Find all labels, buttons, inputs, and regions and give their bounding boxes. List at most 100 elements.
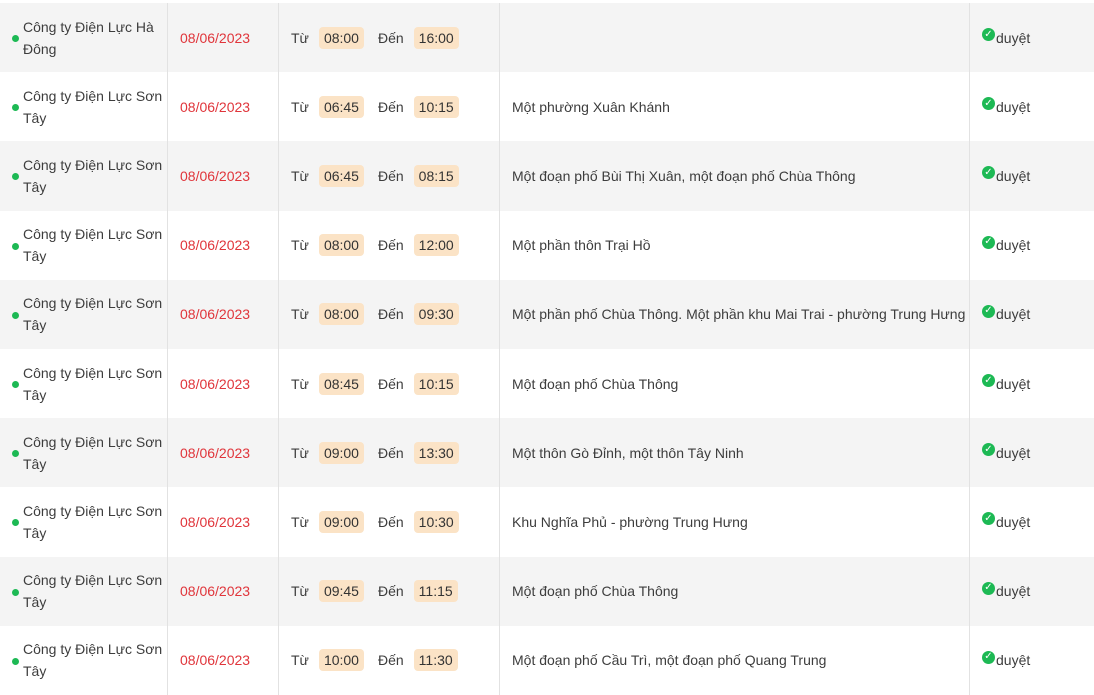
status-dot-icon bbox=[12, 242, 19, 250]
status-dot-icon bbox=[12, 381, 19, 389]
end-time-badge: 12:00 bbox=[413, 234, 459, 257]
to-label: Đến bbox=[377, 98, 404, 115]
outage-date: 08/06/2023 bbox=[180, 306, 251, 323]
unit-name: Công ty Điện Lực Sơn Tây bbox=[23, 433, 163, 472]
table-row: Công ty Điện Lực Sơn Tây 08/06/2023 Từ 0… bbox=[0, 141, 1094, 211]
outage-date: 08/06/2023 bbox=[180, 167, 251, 184]
approval-status: duyệt bbox=[996, 444, 1031, 461]
check-circle-icon: ✓ bbox=[982, 304, 995, 318]
status-cell: ✓ duyệt bbox=[970, 72, 1094, 141]
unit-name: Công ty Điện Lực Sơn Tây bbox=[23, 226, 163, 265]
time-cell: Từ 08:45 Đến 10:15 bbox=[279, 348, 500, 419]
table-row: Công ty Điện Lực Hà Đông 08/06/2023 Từ 0… bbox=[0, 3, 1094, 73]
status-dot-icon bbox=[12, 173, 19, 181]
affected-area: Một phường Xuân Khánh bbox=[512, 98, 670, 115]
check-circle-icon: ✓ bbox=[982, 166, 995, 180]
affected-area: Một đoạn phố Chùa Thông bbox=[512, 375, 679, 392]
unit-name: Công ty Điện Lực Sơn Tây bbox=[23, 295, 163, 334]
to-label: Đến bbox=[377, 444, 404, 461]
status-cell: ✓ duyệt bbox=[970, 626, 1094, 695]
outage-date: 08/06/2023 bbox=[180, 375, 251, 392]
outage-date: 08/06/2023 bbox=[180, 29, 251, 46]
start-time-badge: 10:00 bbox=[318, 649, 364, 672]
approval-status: duyệt bbox=[996, 652, 1031, 669]
table-row: Công ty Điện Lực Sơn Tây 08/06/2023 Từ 0… bbox=[0, 487, 1094, 557]
status-dot-icon bbox=[12, 657, 19, 665]
status-cell: ✓ duyệt bbox=[970, 418, 1094, 487]
end-time-badge: 10:30 bbox=[413, 510, 459, 533]
status-cell: ✓ duyệt bbox=[970, 280, 1094, 349]
table-row: Công ty Điện Lực Sơn Tây 08/06/2023 Từ 0… bbox=[0, 348, 1094, 419]
affected-area: Một đoạn phố Chùa Thông bbox=[512, 583, 679, 600]
table-row: Công ty Điện Lực Sơn Tây 08/06/2023 Từ 0… bbox=[0, 556, 1094, 626]
to-label: Đến bbox=[377, 583, 404, 600]
approval-status: duyệt bbox=[996, 237, 1031, 254]
end-time-badge: 16:00 bbox=[413, 26, 459, 49]
start-time-badge: 08:00 bbox=[318, 234, 364, 257]
time-cell: Từ 08:00 Đến 16:00 bbox=[279, 3, 500, 73]
date-cell: 08/06/2023 bbox=[168, 72, 279, 142]
check-circle-icon: ✓ bbox=[982, 97, 995, 111]
end-time-badge: 09:30 bbox=[413, 303, 459, 326]
time-cell: Từ 09:00 Đến 10:30 bbox=[279, 487, 500, 557]
affected-area: Một đoạn phố Bùi Thị Xuân, một đoạn phố … bbox=[512, 167, 856, 184]
time-cell: Từ 06:45 Đến 08:15 bbox=[279, 141, 500, 211]
status-dot-icon bbox=[12, 450, 19, 458]
to-label: Đến bbox=[377, 237, 404, 254]
unit-cell: Công ty Điện Lực Sơn Tây bbox=[0, 625, 168, 695]
approval-status: duyệt bbox=[996, 375, 1031, 392]
area-cell: Một phần phố Chùa Thông. Một phần khu Ma… bbox=[500, 279, 970, 349]
outage-date: 08/06/2023 bbox=[180, 444, 251, 461]
unit-cell: Công ty Điện Lực Sơn Tây bbox=[0, 487, 168, 557]
time-cell: Từ 10:00 Đến 11:30 bbox=[279, 625, 500, 695]
start-time-badge: 09:45 bbox=[318, 580, 364, 603]
unit-cell: Công ty Điện Lực Sơn Tây bbox=[0, 418, 168, 488]
status-dot-icon bbox=[12, 35, 19, 43]
affected-area: Khu Nghĩa Phủ - phường Trung Hưng bbox=[512, 513, 748, 530]
status-dot-icon bbox=[12, 519, 19, 527]
unit-name: Công ty Điện Lực Sơn Tây bbox=[23, 364, 163, 403]
affected-area: Một thôn Gò Đỉnh, một thôn Tây Ninh bbox=[512, 444, 744, 461]
check-circle-icon: ✓ bbox=[982, 650, 995, 664]
date-cell: 08/06/2023 bbox=[168, 487, 279, 557]
status-cell: ✓ duyệt bbox=[970, 211, 1094, 280]
unit-cell: Công ty Điện Lực Sơn Tây bbox=[0, 556, 168, 626]
date-cell: 08/06/2023 bbox=[168, 625, 279, 695]
to-label: Đến bbox=[377, 29, 404, 46]
area-cell: Một đoạn phố Chùa Thông bbox=[500, 556, 970, 626]
unit-name: Công ty Điện Lực Sơn Tây bbox=[23, 87, 163, 126]
approval-status: duyệt bbox=[996, 583, 1031, 600]
outage-date: 08/06/2023 bbox=[180, 98, 251, 115]
table-row: Công ty Điện Lực Sơn Tây 08/06/2023 Từ 1… bbox=[0, 625, 1094, 695]
to-label: Đến bbox=[377, 652, 404, 669]
outage-date: 08/06/2023 bbox=[180, 652, 251, 669]
approval-status: duyệt bbox=[996, 513, 1031, 530]
end-time-badge: 10:15 bbox=[413, 372, 459, 395]
unit-name: Công ty Điện Lực Sơn Tây bbox=[23, 572, 163, 611]
from-label: Từ bbox=[291, 306, 309, 323]
unit-name: Công ty Điện Lực Sơn Tây bbox=[23, 156, 163, 195]
approval-status: duyệt bbox=[996, 98, 1031, 115]
unit-name: Công ty Điện Lực Sơn Tây bbox=[23, 641, 163, 680]
date-cell: 08/06/2023 bbox=[168, 279, 279, 349]
date-cell: 08/06/2023 bbox=[168, 141, 279, 211]
from-label: Từ bbox=[291, 444, 309, 461]
status-cell: ✓ duyệt bbox=[970, 487, 1094, 556]
approval-status: duyệt bbox=[996, 306, 1031, 323]
outage-schedule-table: Công ty Điện Lực Hà Đông 08/06/2023 Từ 0… bbox=[0, 3, 1094, 695]
status-cell: ✓ duyệt bbox=[970, 141, 1094, 210]
start-time-badge: 08:00 bbox=[318, 303, 364, 326]
table-row: Công ty Điện Lực Sơn Tây 08/06/2023 Từ 0… bbox=[0, 72, 1094, 142]
date-cell: 08/06/2023 bbox=[168, 348, 279, 419]
from-label: Từ bbox=[291, 583, 309, 600]
status-dot-icon bbox=[12, 311, 19, 319]
outage-date: 08/06/2023 bbox=[180, 237, 251, 254]
time-cell: Từ 06:45 Đến 10:15 bbox=[279, 72, 500, 142]
area-cell: Một phần thôn Trại Hồ bbox=[500, 210, 970, 280]
area-cell: Khu Nghĩa Phủ - phường Trung Hưng bbox=[500, 487, 970, 557]
date-cell: 08/06/2023 bbox=[168, 210, 279, 280]
status-cell: ✓ duyệt bbox=[970, 349, 1094, 418]
time-cell: Từ 09:00 Đến 13:30 bbox=[279, 418, 500, 488]
status-cell: ✓ duyệt bbox=[970, 3, 1094, 72]
unit-cell: Công ty Điện Lực Sơn Tây bbox=[0, 348, 168, 419]
